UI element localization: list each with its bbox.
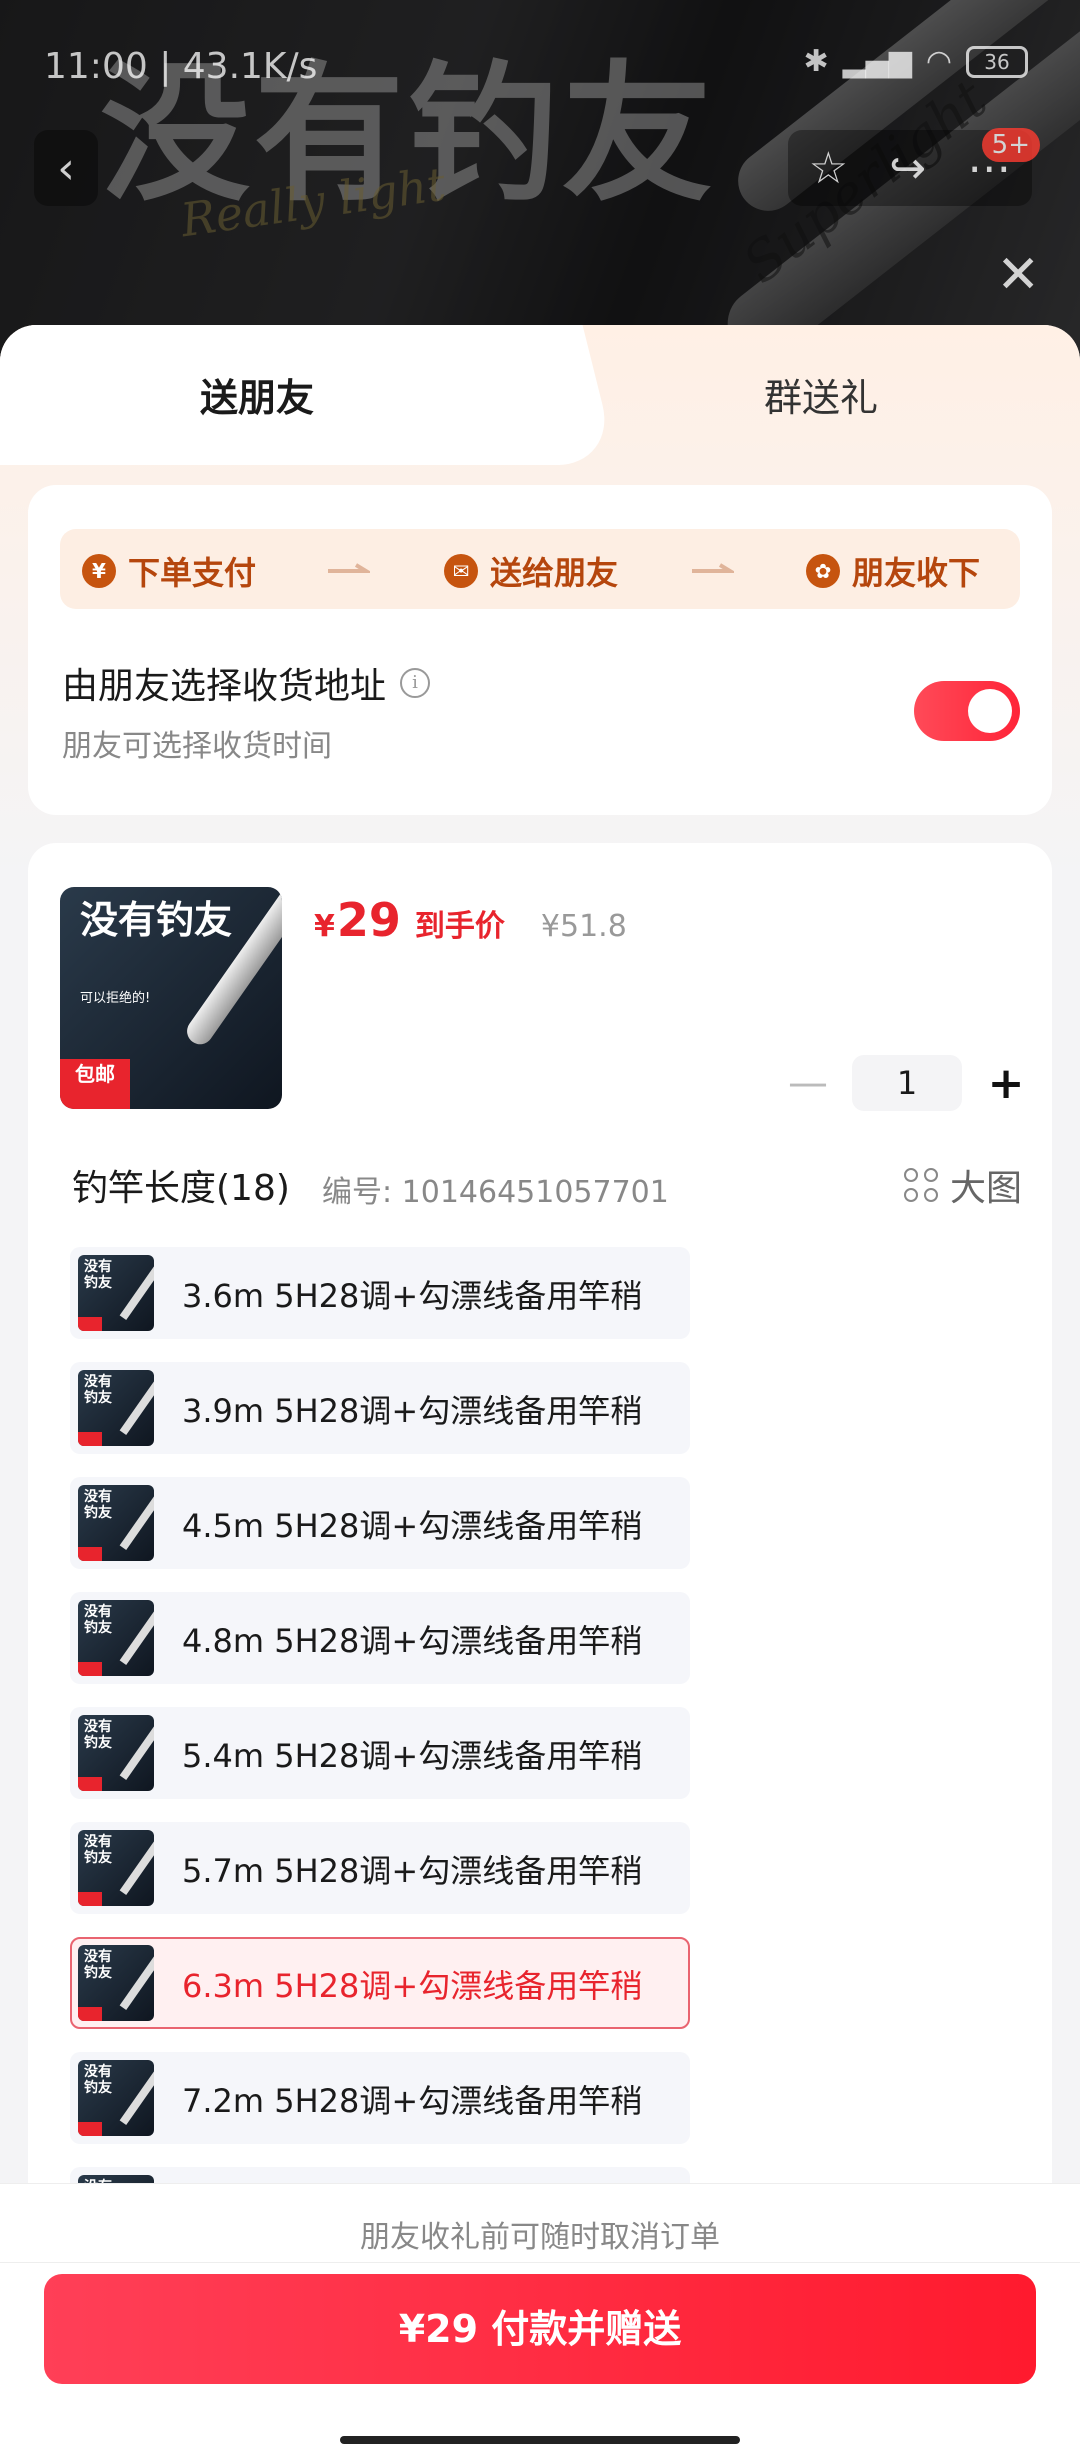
quantity-stepper: — 1 + bbox=[786, 1055, 1028, 1111]
step-receive: ✿ 朋友收下 bbox=[806, 548, 980, 594]
option-thumbnail: 没有钓友 bbox=[78, 2060, 154, 2136]
wechat-icon: ✉ bbox=[444, 554, 478, 588]
yen-icon: ¥ bbox=[82, 554, 116, 588]
info-icon[interactable]: i bbox=[400, 668, 431, 698]
friend-address-toggle[interactable] bbox=[914, 681, 1020, 741]
large-image-label: 大图 bbox=[949, 1168, 1022, 1209]
tab-group-gift[interactable]: 群送礼 bbox=[764, 367, 878, 422]
bluetooth-icon: ✱ bbox=[803, 44, 829, 79]
option-thumbnail: 没有钓友 bbox=[78, 1600, 154, 1676]
spec-header: 钓竿长度(18) 编号: 10146451057701 大图 bbox=[72, 1155, 1022, 1215]
gift-icon: ✿ bbox=[806, 554, 840, 588]
free-shipping-tag: 包邮 bbox=[60, 1059, 130, 1109]
gift-steps: ¥ 下单支付 ✉ 送给朋友 ✿ 朋友收下 bbox=[60, 529, 1020, 609]
option-label: 6.3m 5H28调+勾漂线备用竿稍 bbox=[182, 1967, 643, 2005]
star-icon[interactable]: ☆ bbox=[809, 143, 848, 194]
grid-icon bbox=[903, 1168, 938, 1202]
step-label: 送给朋友 bbox=[490, 554, 619, 592]
spec-code: 编号: 10146451057701 bbox=[322, 1175, 669, 1210]
sheet-footer: 朋友收礼前可随时取消订单 ¥29 付款并赠送 bbox=[0, 2183, 1080, 2460]
toggle-knob bbox=[968, 689, 1012, 733]
friend-address-subtitle: 朋友可选择收货时间 bbox=[62, 729, 332, 764]
pay-and-gift-button[interactable]: ¥29 付款并赠送 bbox=[44, 2274, 1036, 2384]
battery-icon: 36 bbox=[966, 45, 1028, 78]
home-indicator[interactable] bbox=[340, 2436, 740, 2444]
spec-option[interactable]: 没有 钓友 4.5m 5H28调+勾漂线备用竿稍 bbox=[70, 1477, 690, 1569]
option-label: 7.2m 5H28调+勾漂线备用竿稍 bbox=[182, 2082, 643, 2120]
step-send: ✉ 送给朋友 bbox=[444, 548, 618, 594]
option-thumbnail: 没有钓友 bbox=[78, 1830, 154, 1906]
close-icon[interactable]: ✕ bbox=[996, 245, 1040, 305]
quantity-value[interactable]: 1 bbox=[852, 1055, 962, 1111]
signal-icon: ▂▄▆ bbox=[842, 44, 912, 79]
product-thumbnail[interactable]: 没有钓友 可以拒绝的! 包邮 bbox=[60, 887, 282, 1109]
status-icons: ✱ ▂▄▆ ◠ 36 bbox=[803, 44, 1028, 79]
step-label: 朋友收下 bbox=[852, 554, 981, 592]
spec-option[interactable]: 没有 钓友 3.6m 5H28调+勾漂线备用竿稍 bbox=[70, 1247, 690, 1339]
spec-option[interactable]: 没有 钓友 3.9m 5H28调+勾漂线备用竿稍 bbox=[70, 1362, 690, 1454]
option-thumbnail: 没有钓友 bbox=[78, 1485, 154, 1561]
chevron-left-icon: ‹ bbox=[57, 142, 75, 194]
spec-title: 钓竿长度(18) bbox=[72, 1168, 290, 1209]
option-label: 5.7m 5H28调+勾漂线备用竿稍 bbox=[182, 1852, 643, 1890]
arrow-right-icon bbox=[692, 563, 734, 573]
price-label: 到手价 bbox=[414, 909, 505, 944]
tab-send-friend[interactable]: 送朋友 bbox=[200, 367, 314, 422]
price-symbol: ¥ bbox=[314, 909, 335, 944]
option-thumbnail: 没有钓友 bbox=[78, 1945, 154, 2021]
thumb-headline: 没有钓友 bbox=[80, 898, 233, 942]
thumb-subtext: 可以拒绝的! bbox=[80, 991, 151, 1006]
option-thumbnail: 没有钓友 bbox=[78, 1715, 154, 1791]
step-pay: ¥ 下单支付 bbox=[82, 548, 256, 594]
option-thumbnail: 没有钓友 bbox=[78, 1370, 154, 1446]
share-icon[interactable]: ↪ bbox=[889, 143, 926, 194]
plus-icon[interactable]: + bbox=[984, 1058, 1028, 1109]
price-row: ¥ 29 到手价 ¥51.8 bbox=[314, 893, 627, 947]
cancel-note: 朋友收礼前可随时取消订单 bbox=[360, 2220, 720, 2255]
back-button[interactable]: ‹ bbox=[34, 130, 98, 206]
divider bbox=[0, 2262, 1080, 2263]
option-label: 5.4m 5H28调+勾漂线备用竿稍 bbox=[182, 1737, 643, 1775]
minus-icon[interactable]: — bbox=[786, 1060, 830, 1106]
gift-sheet: 送朋友 群送礼 ¥ 下单支付 ✉ 送给朋友 ✿ 朋友收下 由朋友选择收货地址 i… bbox=[0, 325, 1080, 2460]
friend-address-option: 由朋友选择收货地址 i bbox=[62, 657, 431, 709]
option-label: 4.5m 5H28调+勾漂线备用竿稍 bbox=[182, 1507, 643, 1545]
gift-tabs: 送朋友 群送礼 bbox=[0, 325, 1080, 465]
spec-option-selected[interactable]: 没有 钓友 6.3m 5H28调+勾漂线备用竿稍 bbox=[70, 1937, 690, 2029]
option-label: 3.6m 5H28调+勾漂线备用竿稍 bbox=[182, 1277, 643, 1315]
option-thumbnail: 没有钓友 bbox=[78, 1255, 154, 1331]
spec-option[interactable]: 没有 钓友 5.7m 5H28调+勾漂线备用竿稍 bbox=[70, 1822, 690, 1914]
spec-option[interactable]: 没有 钓友 7.2m 5H28调+勾漂线备用竿稍 bbox=[70, 2052, 690, 2144]
wifi-icon: ◠ bbox=[925, 44, 952, 79]
spec-option[interactable]: 没有 钓友 5.4m 5H28调+勾漂线备用竿稍 bbox=[70, 1707, 690, 1799]
gift-flow-card: ¥ 下单支付 ✉ 送给朋友 ✿ 朋友收下 由朋友选择收货地址 i 朋友可选择收货… bbox=[28, 485, 1052, 815]
spec-options: 没有 钓友 3.6m 5H28调+勾漂线备用竿稍 没有 钓友 3.9m 5H28调+… bbox=[70, 1247, 690, 2282]
status-time: 11:00 | 43.1K/s bbox=[44, 46, 318, 87]
large-image-toggle[interactable]: 大图 bbox=[903, 1159, 1022, 1211]
status-bar: 11:00 | 43.1K/s ✱ ▂▄▆ ◠ 36 bbox=[0, 38, 1080, 94]
message-badge: 5+ bbox=[981, 128, 1040, 162]
friend-address-title: 由朋友选择收货地址 bbox=[62, 666, 387, 707]
step-label: 下单支付 bbox=[128, 554, 257, 592]
arrow-right-icon bbox=[328, 563, 370, 573]
option-label: 3.9m 5H28调+勾漂线备用竿稍 bbox=[182, 1392, 643, 1430]
original-price: ¥51.8 bbox=[540, 909, 627, 944]
price-value: 29 bbox=[336, 893, 401, 947]
spec-option[interactable]: 没有 钓友 4.8m 5H28调+勾漂线备用竿稍 bbox=[70, 1592, 690, 1684]
option-label: 4.8m 5H28调+勾漂线备用竿稍 bbox=[182, 1622, 643, 1660]
